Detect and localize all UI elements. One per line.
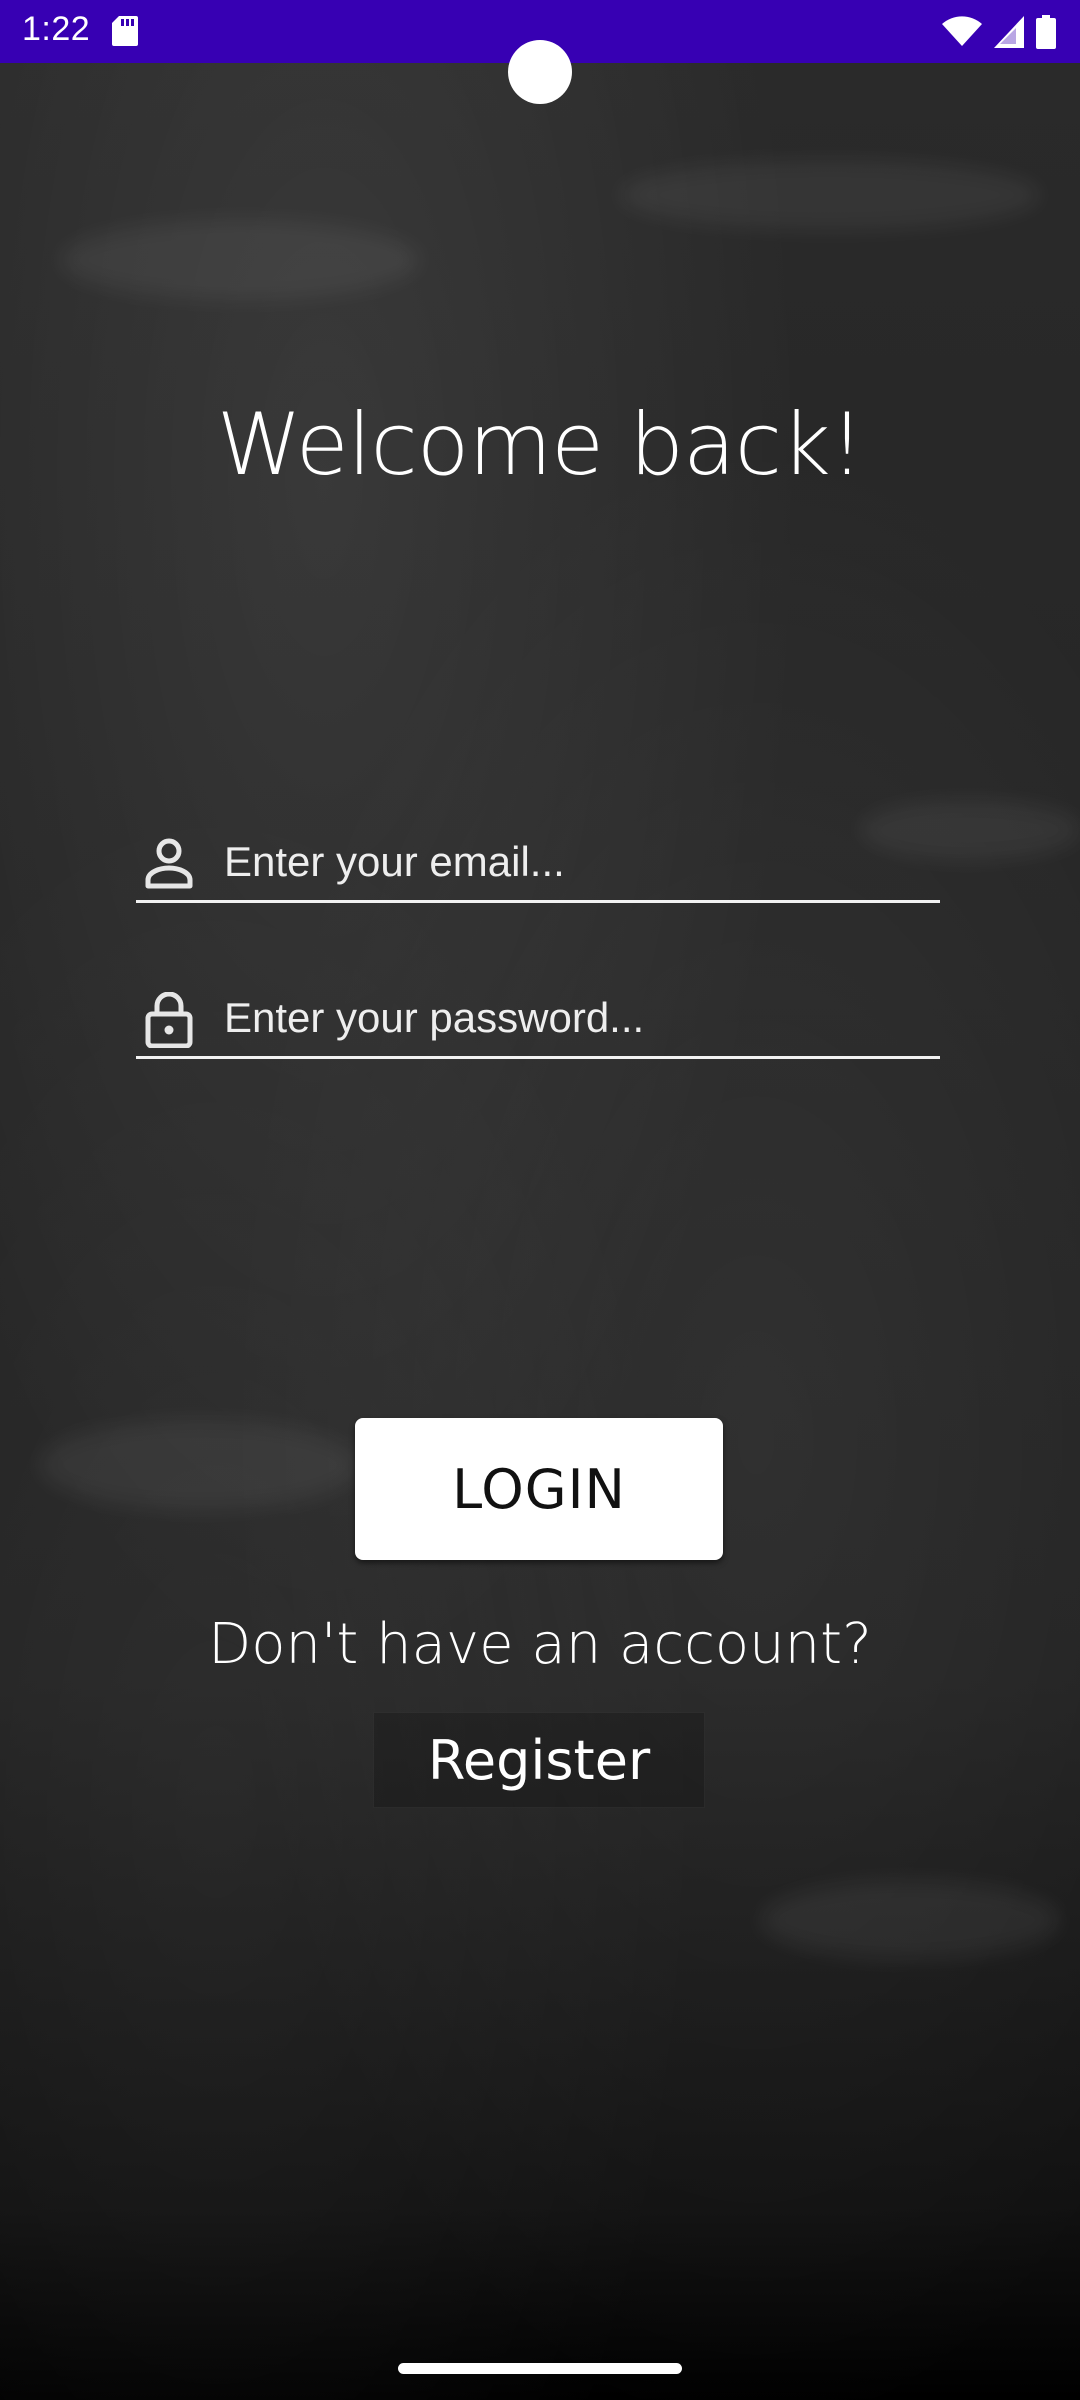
- home-indicator[interactable]: [398, 2363, 682, 2374]
- email-input[interactable]: [224, 830, 924, 894]
- lock-icon: [145, 992, 193, 1048]
- page-title: Welcome back!: [216, 395, 865, 495]
- status-time: 1:22: [22, 10, 91, 48]
- background-texture: [620, 160, 1040, 230]
- email-field[interactable]: [136, 830, 940, 903]
- status-icons: [942, 12, 1056, 52]
- password-input[interactable]: [224, 986, 924, 1050]
- background-texture: [60, 220, 420, 300]
- background-texture: [40, 1420, 360, 1510]
- login-screen: 1:22 Welcome back! Enter your email... L…: [0, 0, 1080, 2400]
- battery-icon: [1036, 15, 1056, 49]
- register-button[interactable]: Register: [373, 1712, 705, 1808]
- password-field[interactable]: [136, 986, 940, 1059]
- login-button[interactable]: LOGIN: [355, 1418, 723, 1560]
- signal-icon: [994, 16, 1024, 48]
- sd-card-icon: [112, 16, 138, 46]
- wifi-icon: [942, 16, 982, 46]
- no-account-text: Don't have an account?: [208, 1612, 872, 1677]
- person-icon: [145, 838, 193, 889]
- background-texture: [760, 1880, 1060, 1960]
- camera-cutout: [508, 40, 572, 104]
